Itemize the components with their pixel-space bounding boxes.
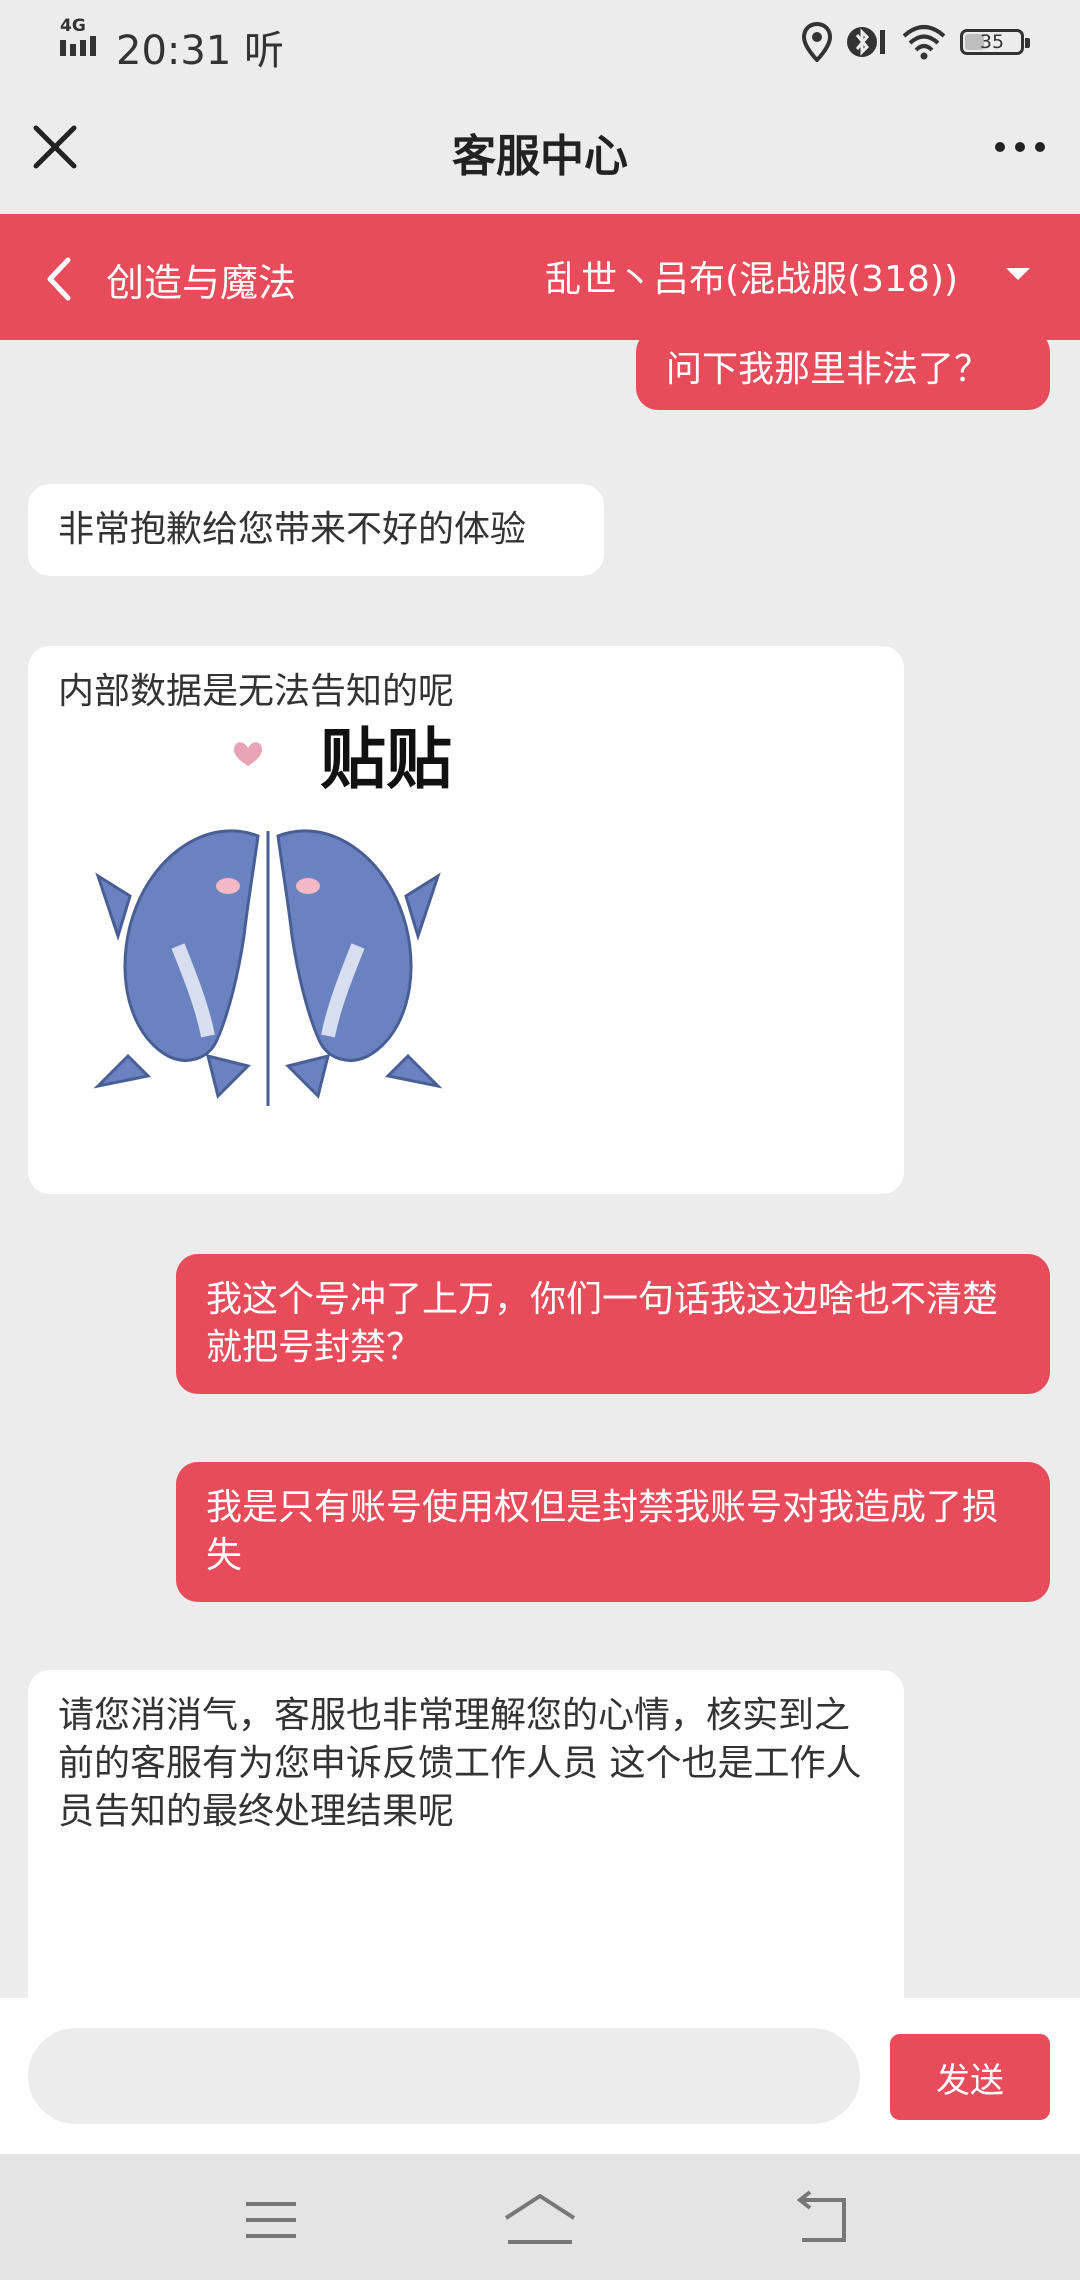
network-type: 4G (60, 16, 86, 36)
message-user: 问下我那里非法了？ (636, 340, 1050, 410)
chevron-left-icon[interactable] (40, 254, 80, 304)
page-title: 客服中心 (452, 131, 628, 182)
battery-level: 35 (979, 31, 1005, 53)
message-text: 请您消消气，客服也非常理解您的心情，核实到之前的客服有为您申诉反馈工作人员 这个… (58, 1695, 862, 1832)
game-name[interactable]: 创造与魔法 (106, 252, 296, 307)
message-text: 我是只有账号使用权但是封禁我账号对我造成了损失 (206, 1487, 999, 1576)
message-text: 非常抱歉给您带来不好的体验 (58, 509, 527, 550)
message-user: 我是只有账号使用权但是封禁我账号对我造成了损失 (176, 1462, 1050, 1602)
clock: 20:31 听 (116, 18, 284, 76)
message-text: 我这个号冲了上万，你们一句话我这边啥也不清楚就把号封禁？ (206, 1279, 999, 1368)
clock-time: 20:31 (116, 28, 232, 74)
server-selector[interactable]: 乱世丶吕布(混战服(318)) (545, 250, 958, 302)
game-header: 创造与魔法 乱世丶吕布(混战服(318)) (0, 214, 1080, 340)
system-nav-bar (0, 2154, 1080, 2280)
message-agent-with-sticker: 内部数据是无法告知的呢 贴贴 (28, 646, 904, 1194)
message-composer: 发送 (0, 1998, 1080, 2154)
sticker-peek-icon (148, 1970, 288, 1998)
home-icon[interactable] (502, 2190, 578, 2250)
message-agent: 请您消消气，客服也非常理解您的心情，核实到之前的客服有为您申诉反馈工作人员 这个… (28, 1670, 904, 1998)
bluetooth-icon (847, 27, 885, 57)
message-input[interactable] (28, 2028, 860, 2124)
message-text: 内部数据是无法告知的呢 (58, 671, 455, 712)
more-icon[interactable] (990, 132, 1050, 162)
send-button[interactable]: 发送 (890, 2034, 1050, 2120)
message-text: 问下我那里非法了？ (666, 349, 991, 390)
shark-sticker-image[interactable]: 贴贴 (58, 726, 478, 1146)
carrier-glyph: 听 (244, 28, 284, 74)
battery-icon: 35 (960, 29, 1030, 55)
message-agent: 非常抱歉给您带来不好的体验 (28, 484, 604, 576)
chat-area[interactable]: 问下我那里非法了？ 非常抱歉给您带来不好的体验 内部数据是无法告知的呢 贴贴 我… (0, 340, 1080, 1998)
menu-icon[interactable] (236, 2190, 306, 2250)
status-bar: 4G 20:31 听 35 (0, 0, 1080, 84)
wifi-icon (902, 25, 946, 60)
title-bar: 客服中心 (0, 84, 1080, 214)
back-icon[interactable] (788, 2190, 858, 2250)
sticker-caption: 贴贴 (320, 721, 452, 798)
message-user: 我这个号冲了上万，你们一句话我这边啥也不清楚就把号封禁？ (176, 1254, 1050, 1394)
location-icon (802, 22, 832, 62)
status-icons: 35 (802, 20, 1030, 64)
caret-down-icon[interactable] (1006, 268, 1030, 280)
